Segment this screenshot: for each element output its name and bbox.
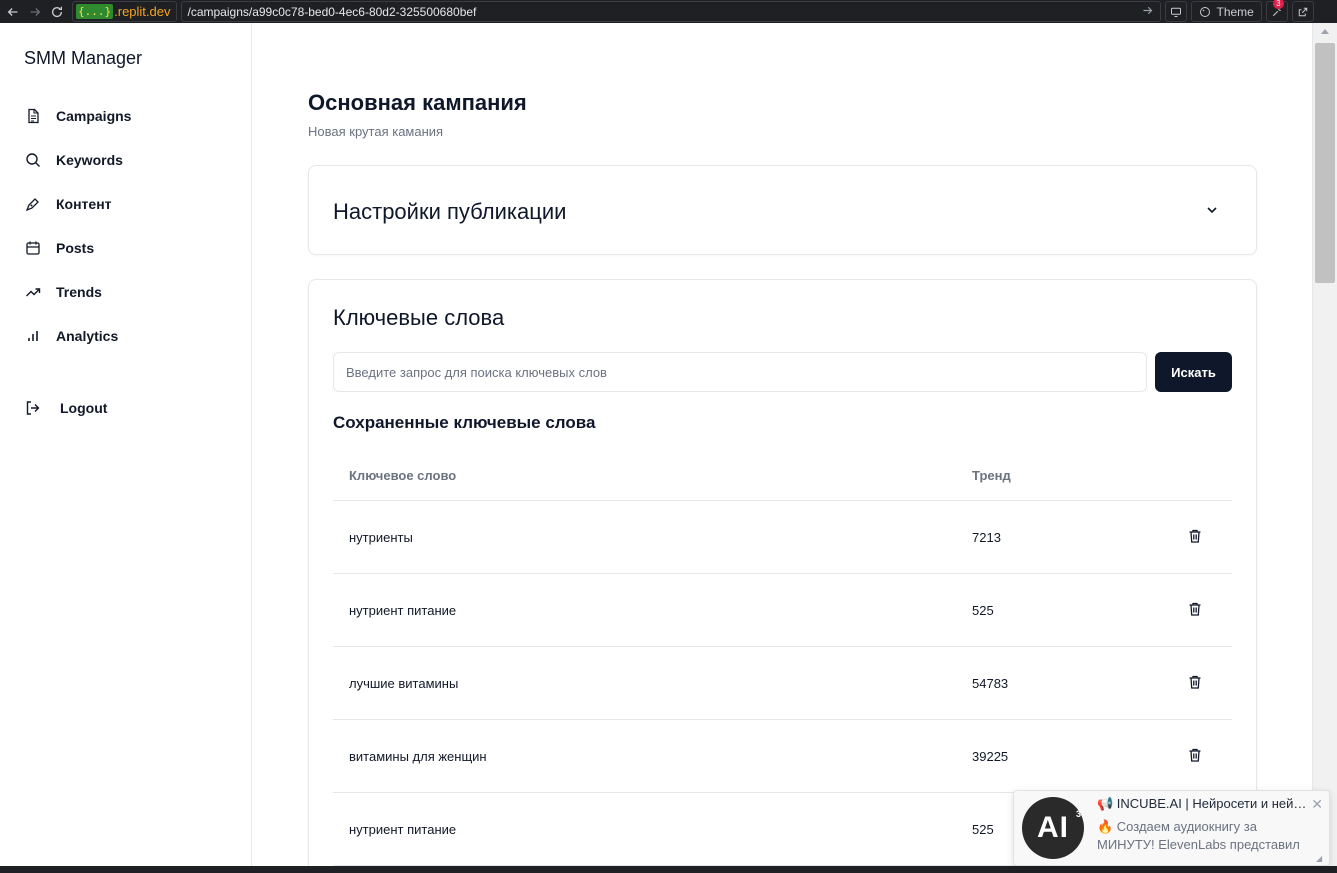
sidebar-item-content[interactable]: Контент <box>24 192 112 216</box>
notification-title: 📢 INCUBE.AI | Нейросети и нейронки <box>1097 796 1307 811</box>
page-title: Основная кампания <box>308 90 527 115</box>
notification-popup[interactable]: AI 3 📢 INCUBE.AI | Нейросети и нейронки … <box>1013 790 1330 866</box>
theme-label: Theme <box>1216 4 1254 19</box>
trash-icon[interactable] <box>1187 747 1203 763</box>
keyword-cell: нутриент питание <box>349 822 457 837</box>
keywords-card: Ключевые слова Искать Сохраненные ключев… <box>308 279 1257 873</box>
sidebar-item-label: Posts <box>56 240 95 256</box>
column-header-trend: Тренд <box>972 468 1011 483</box>
theme-button[interactable]: Theme <box>1190 1 1262 22</box>
keyword-cell: нутриенты <box>349 530 413 545</box>
page-subtitle: Новая крутая камания <box>308 124 444 139</box>
keyword-cell: нутриент питание <box>349 603 457 618</box>
chevron-down-icon[interactable] <box>1204 202 1220 218</box>
close-icon[interactable]: ✕ <box>1311 796 1323 813</box>
sidebar-item-label: Campaigns <box>56 108 132 124</box>
keyword-cell: витамины для женщин <box>349 749 487 764</box>
trending-icon <box>24 283 42 301</box>
trash-icon[interactable] <box>1187 601 1203 617</box>
devices-button[interactable] <box>1164 1 1187 22</box>
calendar-icon <box>24 239 42 257</box>
domain-indicator[interactable]: {...} .replit.dev <box>72 1 177 22</box>
table-row: нутриенты 7213 <box>333 501 1232 574</box>
trash-icon[interactable] <box>1187 674 1203 690</box>
url-text: /campaigns/a99c0c78-bed0-4ec6-80d2-32550… <box>187 4 477 19</box>
trend-cell: 7213 <box>972 530 1001 545</box>
back-button[interactable] <box>2 0 24 23</box>
go-arrow-icon[interactable] <box>1141 4 1154 20</box>
trend-cell: 54783 <box>972 676 1009 691</box>
card-title: Настройки публикации <box>333 199 567 224</box>
monitor-icon <box>1170 7 1181 17</box>
sidebar-item-campaigns[interactable]: Campaigns <box>24 104 131 128</box>
main-content: Основная кампания Новая крутая камания Н… <box>252 23 1312 873</box>
domain-text: .replit.dev <box>114 4 171 19</box>
file-icon <box>24 107 42 125</box>
table-row: витамины для женщин 39225 <box>333 720 1232 793</box>
bar-chart-icon <box>24 327 42 345</box>
avatar-superscript: 3 <box>1075 809 1082 819</box>
column-header-keyword: Ключевое слово <box>349 468 457 483</box>
sidebar-item-label: Контент <box>56 196 112 212</box>
scrollbar-thumb[interactable] <box>1315 43 1335 283</box>
publication-settings-card[interactable]: Настройки публикации <box>308 165 1257 255</box>
sidebar-item-keywords[interactable]: Keywords <box>24 148 123 172</box>
card-title: Ключевые слова <box>333 305 505 330</box>
search-button[interactable]: Искать <box>1155 352 1232 392</box>
sidebar-item-posts[interactable]: Posts <box>24 236 94 260</box>
replit-badge: {...} <box>76 4 114 19</box>
sidebar-item-analytics[interactable]: Analytics <box>24 324 118 348</box>
search-icon <box>24 151 42 169</box>
trend-cell: 39225 <box>972 749 1009 764</box>
notification-text-line: 🔥 Создаем аудиокнигу за <box>1097 819 1257 834</box>
palette-icon <box>1199 6 1210 17</box>
trash-icon[interactable] <box>1187 528 1203 544</box>
logout-label: Logout <box>60 400 108 416</box>
keyword-cell: лучшие витамины <box>349 676 459 691</box>
sidebar-item-trends[interactable]: Trends <box>24 280 102 304</box>
external-link-icon <box>1298 7 1308 16</box>
resize-corner-icon: ◢ <box>1316 854 1323 863</box>
table-row: нутриент питание 525 <box>333 574 1232 647</box>
reload-icon <box>51 6 63 17</box>
forward-button[interactable] <box>24 0 46 23</box>
notification-text-line: МИНУТУ! ElevenLabs представил <box>1097 837 1300 852</box>
app-brand: SMM Manager <box>24 48 143 68</box>
trend-cell: 525 <box>972 822 994 837</box>
arrow-left-icon <box>7 7 18 16</box>
window-bottom-edge <box>0 866 1337 873</box>
avatar-text: AI <box>1037 811 1069 844</box>
sidebar-item-label: Trends <box>56 284 102 300</box>
trend-cell: 525 <box>972 603 994 618</box>
logout-button[interactable]: Logout <box>24 396 107 420</box>
keyword-search-input[interactable] <box>333 352 1147 392</box>
tools-button[interactable]: 3 <box>1265 0 1288 22</box>
url-bar[interactable]: /campaigns/a99c0c78-bed0-4ec6-80d2-32550… <box>180 1 1161 22</box>
sidebar: SMM Manager Campaigns Keywords Контент P… <box>0 23 252 866</box>
sidebar-item-label: Keywords <box>56 152 123 168</box>
open-external-button[interactable] <box>1291 1 1314 22</box>
table-header: Ключевое слово Тренд <box>333 450 1232 501</box>
saved-keywords-title: Сохраненные ключевые слова <box>333 413 596 432</box>
page-scrollbar[interactable] <box>1312 23 1337 866</box>
logout-icon <box>24 399 42 417</box>
arrow-right-icon <box>30 7 41 16</box>
browser-toolbar: {...} .replit.dev /campaigns/a99c0c78-be… <box>0 0 1337 23</box>
scroll-up-arrow-icon[interactable] <box>1321 29 1329 34</box>
app-page: SMM Manager Campaigns Keywords Контент P… <box>0 23 1337 873</box>
table-row: лучшие витамины 54783 <box>333 647 1232 720</box>
pen-icon <box>24 195 42 213</box>
channel-avatar: AI 3 <box>1022 797 1084 859</box>
sidebar-item-label: Analytics <box>56 328 119 344</box>
reload-button[interactable] <box>46 0 68 23</box>
